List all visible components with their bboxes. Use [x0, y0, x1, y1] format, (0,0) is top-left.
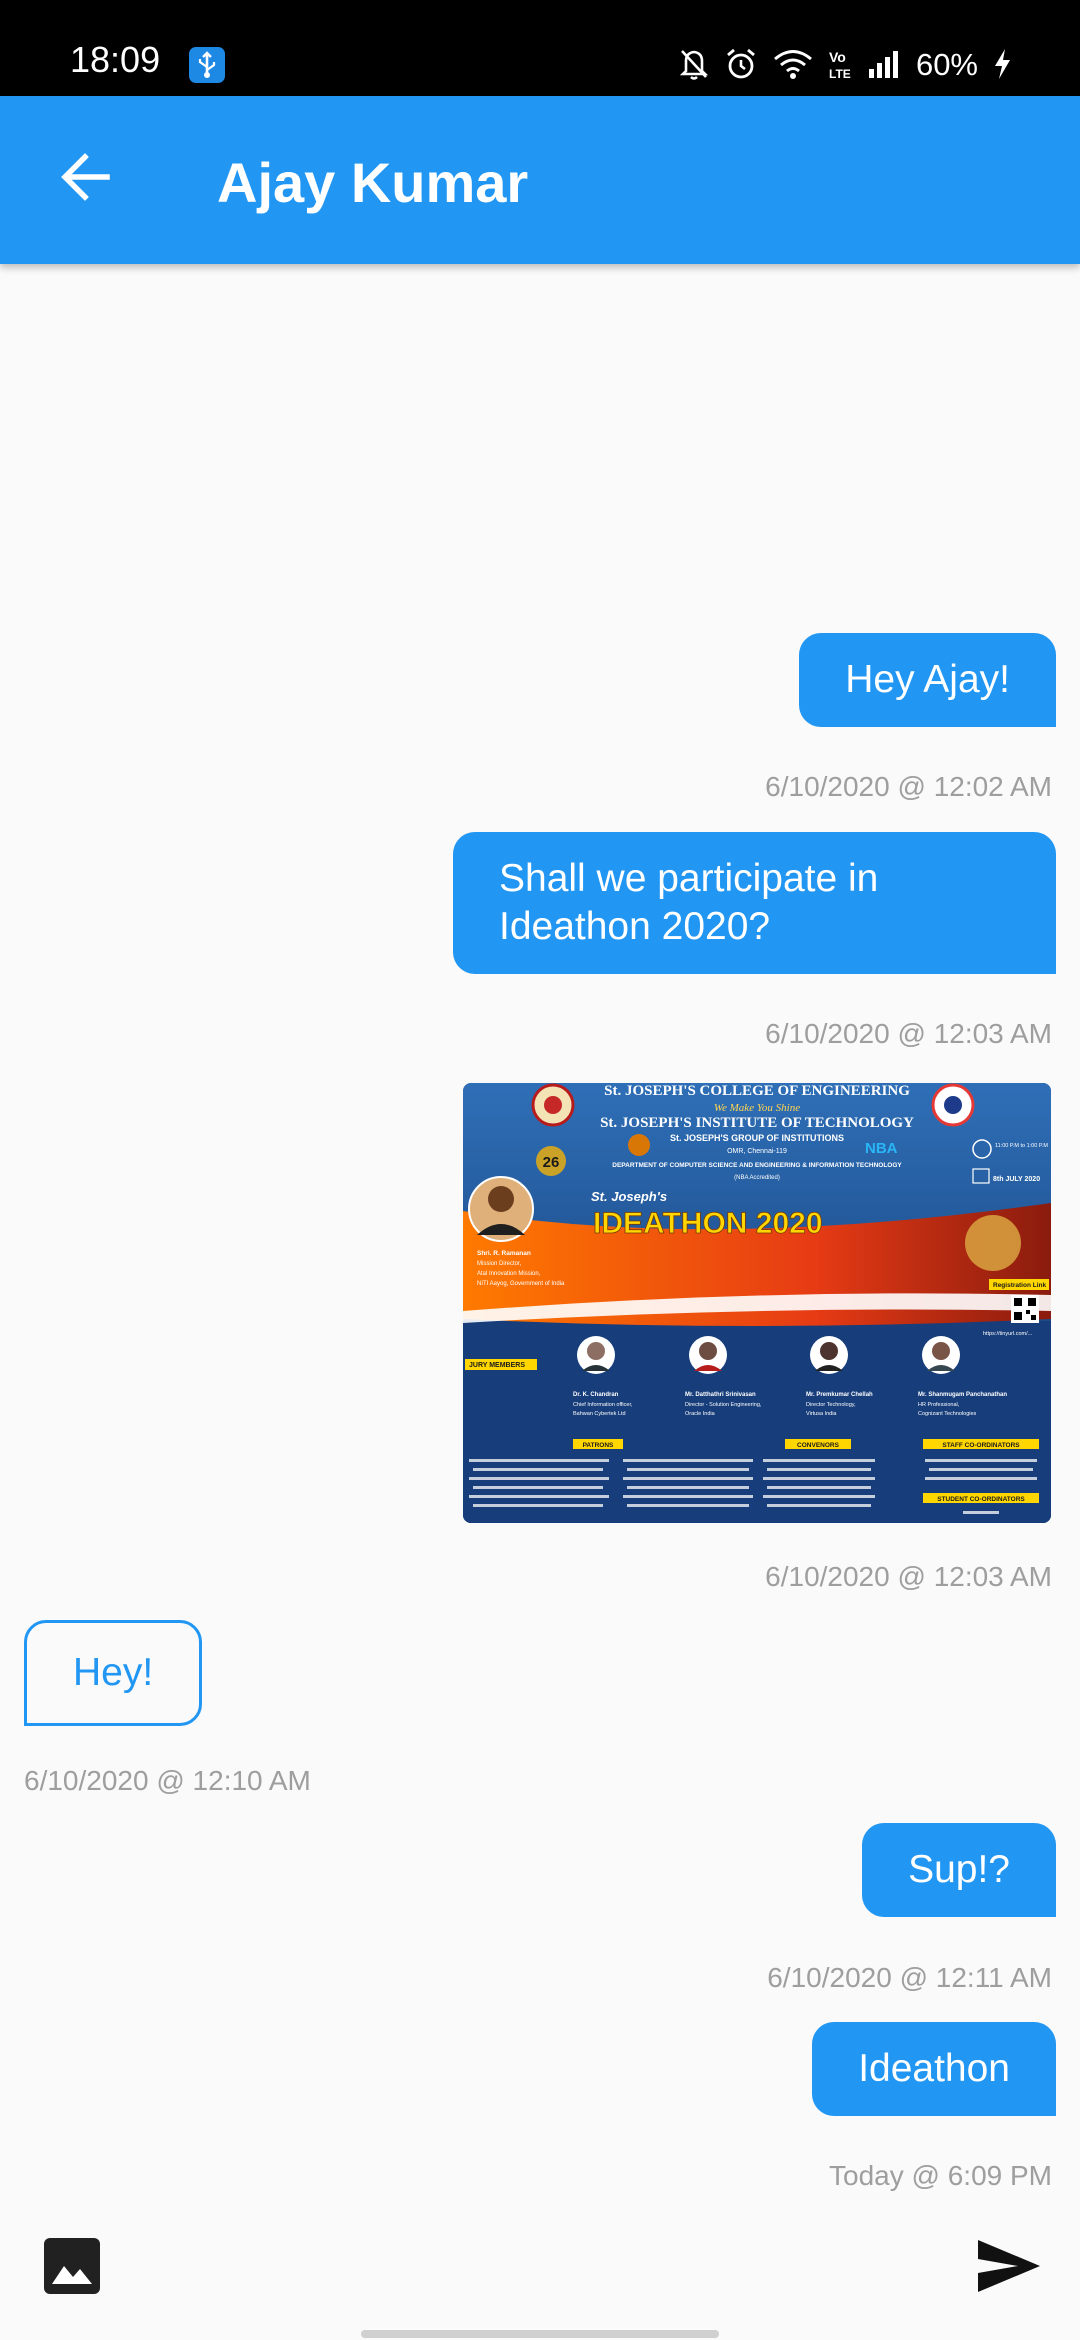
app-bar: Ajay Kumar: [0, 96, 1080, 264]
status-bar: 18:09 Vo LTE 60%: [0, 0, 1080, 96]
poster-time-text: 11:00 P.M to 1:00 P.M: [995, 1143, 1048, 1149]
status-time: 18:09: [70, 39, 161, 80]
jury-role: Chief Information officer,: [573, 1402, 633, 1408]
anniversary-badge-text: 26: [543, 1154, 560, 1171]
message-timestamp: 6/10/2020 @ 12:11 AM: [767, 1962, 1052, 1993]
message-bubble-sent[interactable]: Ideathon: [812, 2022, 1056, 2116]
jury-name: Dr. K. Chandran: [573, 1392, 619, 1398]
volte-icon: Vo LTE: [828, 47, 854, 81]
poster-location-text: OMR, Chennai-119: [727, 1148, 787, 1155]
chief-guest-role: NITI Aayog, Government of India: [477, 1281, 565, 1287]
registration-url: https://tinyurl.com/...: [983, 1331, 1033, 1337]
jury-role: Director Technology,: [806, 1402, 856, 1408]
chief-guest-role: Atal Innovation Mission,: [477, 1271, 541, 1277]
chat-title: Ajay Kumar: [217, 151, 529, 214]
jury-role: Virtusa India: [806, 1411, 837, 1417]
image-icon: [44, 2238, 100, 2294]
poster-motto-text: We Make You Shine: [714, 1102, 800, 1114]
chief-guest-role: Mission Director,: [477, 1261, 522, 1267]
anniversary-emblem-icon: [628, 1134, 650, 1156]
notifications-off-icon: [678, 47, 710, 81]
message-timestamp: Today @ 6:09 PM: [829, 2160, 1052, 2191]
usb-icon: [189, 47, 225, 83]
institute-logo-inner-icon: [944, 1096, 962, 1114]
wifi-icon: [772, 48, 814, 80]
registration-label: Registration Link: [993, 1282, 1046, 1289]
svg-text:LTE: LTE: [829, 67, 851, 81]
poster-accreditation-text: (NBA Accredited): [734, 1175, 780, 1181]
poster-event-title: IDEATHON 2020: [593, 1207, 823, 1240]
college-logo-inner-icon: [544, 1096, 562, 1114]
signal-icon: [868, 49, 902, 79]
alarm-icon: [724, 47, 758, 81]
convenors-label: CONVENORS: [797, 1442, 840, 1449]
poster-department-text: DEPARTMENT OF COMPUTER SCIENCE AND ENGIN…: [612, 1162, 902, 1169]
chief-guest-name: Shri. R. Ramanan: [477, 1250, 531, 1257]
back-button[interactable]: [46, 138, 124, 216]
jury-name: Mr. Premkumar Chellah: [806, 1392, 873, 1398]
poster-date-text: 8th JULY 2020: [993, 1176, 1040, 1183]
staff-label: STAFF CO-ORDINATORS: [942, 1442, 1020, 1449]
message-timestamp: 6/10/2020 @ 12:10 AM: [24, 1765, 311, 1796]
poster-event-prefix: St. Joseph's: [591, 1189, 667, 1204]
battery-percent: 60%: [915, 46, 978, 82]
patrons-label: PATRONS: [583, 1442, 614, 1449]
jury-role: HR Professional,: [918, 1402, 960, 1408]
jury-role: Director - Solution Engineering,: [685, 1402, 762, 1408]
message-timestamp: 6/10/2020 @ 12:03 AM: [765, 1018, 1052, 1049]
jury-name: Mr. Shanmugam Panchanathan: [918, 1392, 1007, 1398]
send-button[interactable]: [974, 2236, 1044, 2296]
chief-guest-face: [488, 1186, 514, 1212]
jury-name: Mr. Datthathri Srinivasan: [685, 1392, 756, 1398]
poster-college-text: St. JOSEPH'S COLLEGE OF ENGINEERING: [604, 1083, 910, 1099]
message-bubble-sent[interactable]: Shall we participate in Ideathon 2020?: [453, 832, 1056, 974]
jury-role: Bahwan Cybertek Ltd: [573, 1411, 626, 1417]
arrow-left-icon: [61, 153, 110, 201]
jury-role: Cognizant Technologies: [918, 1411, 977, 1417]
attach-image-button[interactable]: [44, 2238, 100, 2294]
image-message[interactable]: St. JOSEPH'S COLLEGE OF ENGINEERING We M…: [463, 1083, 1051, 1523]
jury-role: Oracle India: [685, 1411, 716, 1417]
message-composer: [0, 2210, 1080, 2340]
message-bubble-sent[interactable]: Sup!?: [862, 1823, 1056, 1917]
poster-institute-text: St. JOSEPH'S INSTITUTE OF TECHNOLOGY: [600, 1115, 914, 1131]
nba-badge-text: NBA: [865, 1140, 898, 1157]
message-bubble-received[interactable]: Hey!: [24, 1620, 203, 1726]
poster-group-text: St. JOSEPH'S GROUP OF INSTITUTIONS: [670, 1133, 844, 1143]
jury-label: JURY MEMBERS: [469, 1362, 525, 1369]
message-bubble-sent[interactable]: Hey Ajay!: [799, 633, 1056, 727]
student-label: STUDENT CO-ORDINATORS: [937, 1496, 1025, 1503]
send-icon: [978, 2240, 1040, 2292]
ideas-illustration-icon: [965, 1215, 1021, 1271]
home-indicator[interactable]: [361, 2330, 719, 2338]
svg-text:Vo: Vo: [829, 49, 846, 65]
message-timestamp: 6/10/2020 @ 12:02 AM: [765, 771, 1052, 802]
charging-icon: [992, 47, 1012, 81]
status-icons: Vo LTE 60%: [678, 44, 1012, 84]
message-timestamp: 6/10/2020 @ 12:03 AM: [765, 1561, 1052, 1592]
